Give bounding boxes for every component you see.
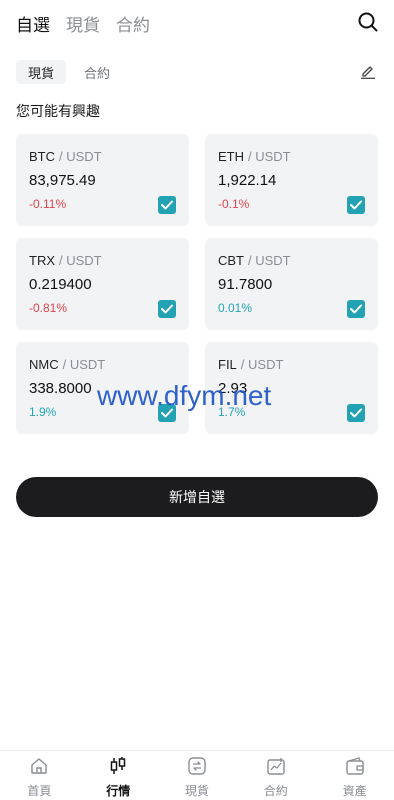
section-title: 您可能有興趣 (16, 103, 100, 119)
pair-name: CBT / USDT (218, 253, 291, 268)
nav-item-home[interactable]: 首頁 (0, 751, 79, 800)
price: 2.93 (218, 380, 248, 397)
bottom-nav: 首頁 行情 現貨 合約 資產 (0, 750, 394, 800)
top-tab-bar: 自選 現貨 合約 (16, 11, 150, 36)
quote-asset: / USDT (59, 253, 102, 268)
quote-asset: / USDT (248, 253, 291, 268)
nav-label: 合約 (263, 784, 288, 798)
base-asset: NMC (29, 357, 59, 372)
base-asset: FIL (218, 357, 237, 372)
change-percent: -0.1% (218, 197, 250, 211)
price: 91.7800 (218, 276, 273, 293)
nav-item-contract[interactable]: 合約 (236, 751, 315, 800)
checkbox-checked-icon[interactable] (347, 404, 365, 422)
quote-asset: / USDT (62, 357, 106, 372)
nav-item-market[interactable]: 行情 (79, 751, 158, 800)
spot-exchange-icon (188, 757, 206, 775)
sub-tab-bar: 現貨 合約 (16, 60, 122, 84)
nav-label: 資產 (342, 784, 367, 798)
nav-label: 現貨 (184, 784, 209, 798)
contract-chart-icon (267, 758, 285, 775)
tab-watchlist[interactable]: 自選 (16, 11, 50, 36)
tab-spot[interactable]: 現貨 (66, 11, 100, 36)
market-candle-icon (110, 757, 126, 774)
wallet-icon (345, 757, 364, 775)
price: 338.8000 (29, 380, 92, 397)
nav-label: 首頁 (27, 784, 52, 798)
pair-card-fil[interactable]: FIL / USDT 2.93 1.7% (205, 342, 378, 434)
quote-asset: / USDT (248, 149, 291, 164)
pair-card-nmc[interactable]: NMC / USDT 338.8000 1.9% (16, 342, 189, 434)
checkbox-checked-icon[interactable] (347, 196, 365, 214)
pair-card-eth[interactable]: ETH / USDT 1,922.14 -0.1% (205, 134, 378, 226)
change-percent: 1.7% (218, 405, 246, 419)
nav-item-assets[interactable]: 資產 (315, 751, 394, 800)
pair-card-cbt[interactable]: CBT / USDT 91.7800 0.01% (205, 238, 378, 330)
tab-contract[interactable]: 合約 (116, 11, 150, 36)
pair-name: NMC / USDT (29, 357, 105, 372)
checkbox-checked-icon[interactable] (347, 300, 365, 318)
search-icon[interactable] (358, 12, 378, 32)
base-asset: CBT (218, 253, 244, 268)
nav-item-spot[interactable]: 現貨 (158, 751, 237, 800)
base-asset: TRX (29, 253, 55, 268)
checkbox-checked-icon[interactable] (158, 196, 176, 214)
change-percent: 0.01% (218, 301, 253, 315)
pair-name: BTC / USDT (29, 149, 102, 164)
price: 0.219400 (29, 276, 92, 293)
checkbox-checked-icon[interactable] (158, 404, 176, 422)
base-asset: BTC (29, 149, 55, 164)
quote-asset: / USDT (240, 357, 284, 372)
subtab-contract[interactable]: 合約 (72, 60, 122, 84)
pair-name: TRX / USDT (29, 253, 102, 268)
pair-name: ETH / USDT (218, 149, 291, 164)
suggestion-grid: BTC / USDT 83,975.49 -0.11% ETH / USDT 1,9… (16, 134, 378, 434)
price: 83,975.49 (29, 172, 96, 189)
change-percent: -0.11% (29, 197, 67, 211)
base-asset: ETH (218, 149, 244, 164)
change-percent: 1.9% (29, 405, 57, 419)
home-icon (31, 758, 48, 774)
pair-card-btc[interactable]: BTC / USDT 83,975.49 -0.11% (16, 134, 189, 226)
pair-name: FIL / USDT (218, 357, 283, 372)
pair-card-trx[interactable]: TRX / USDT 0.219400 -0.81% (16, 238, 189, 330)
checkbox-checked-icon[interactable] (158, 300, 176, 318)
change-percent: -0.81% (29, 301, 68, 315)
quote-asset: / USDT (59, 149, 102, 164)
price: 1,922.14 (218, 172, 277, 189)
add-watchlist-button[interactable]: 新增自選 (16, 477, 378, 517)
edit-icon[interactable] (360, 63, 376, 79)
subtab-spot[interactable]: 現貨 (16, 60, 67, 84)
nav-label: 行情 (106, 784, 131, 798)
